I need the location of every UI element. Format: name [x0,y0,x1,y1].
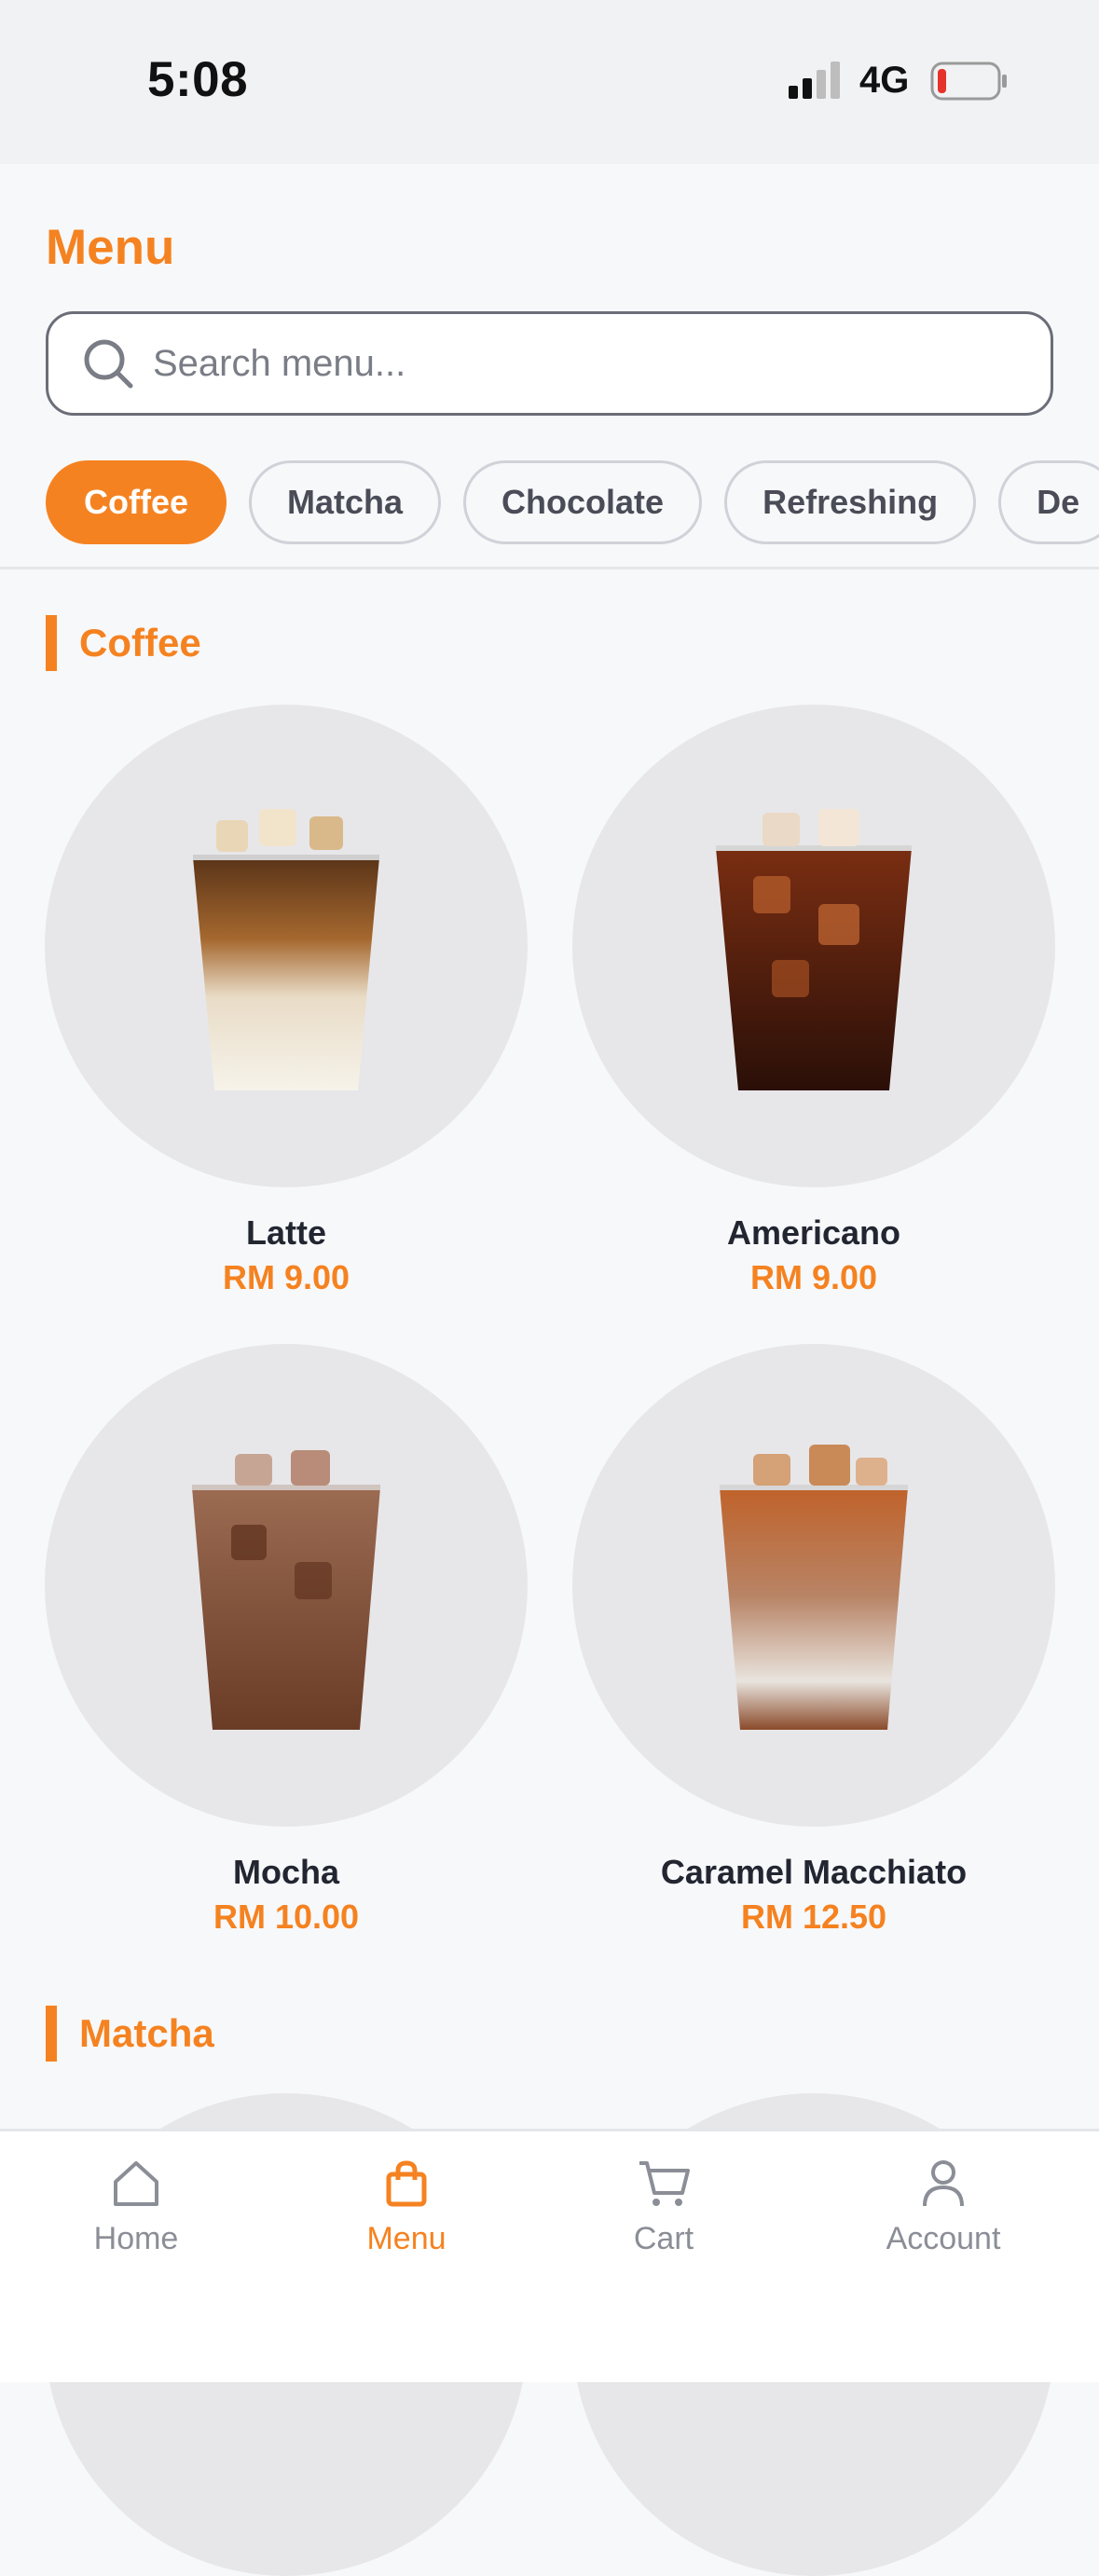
section-header-matcha: Matcha [46,2006,214,2062]
section-title: Coffee [79,621,201,665]
section-accent-bar [46,615,57,671]
product-card-americano[interactable]: Americano RM 9.00 [572,705,1055,1297]
shopping-bag-icon [386,2160,427,2207]
tab-label: Account [886,2221,1001,2256]
product-name: Americano [726,1213,901,1252]
bottom-tab-bar: Home Menu Cart Account [0,2129,1099,2382]
section-header-coffee: Coffee [46,615,201,671]
tab-menu[interactable]: Menu [295,2156,518,2257]
cart-icon [639,2161,690,2206]
user-icon [923,2160,964,2207]
search-bar[interactable] [46,311,1053,416]
product-price: RM 9.00 [222,1258,350,1296]
divider [0,567,1099,569]
iced-mocha-image [192,1450,380,1730]
chip-coffee[interactable]: Coffee [46,460,227,544]
chip-desserts[interactable]: De [998,460,1099,544]
page-title: Menu [46,220,175,275]
iced-caramel-macchiato-image [720,1445,908,1730]
tab-label: Menu [366,2221,446,2256]
chip-refreshing[interactable]: Refreshing [724,460,977,544]
product-image-circle [45,705,528,1187]
product-card-caramel-macchiato[interactable]: Caramel Macchiato RM 12.50 [572,1344,1055,1937]
category-chips: Coffee Matcha Chocolate Refreshing De [46,460,1099,546]
tab-cart[interactable]: Cart [552,2156,776,2257]
section-accent-bar [46,2006,57,2062]
tab-account[interactable]: Account [831,2156,1055,2257]
product-image-circle [572,1344,1055,1827]
product-card-mocha[interactable]: Mocha RM 10.00 [45,1344,528,1937]
network-type: 4G [859,60,910,101]
product-name: Mocha [232,1853,339,1891]
product-image-circle [572,705,1055,1187]
product-price: RM 10.00 [213,1898,360,1936]
iced-latte-image [193,809,379,1090]
chip-chocolate[interactable]: Chocolate [463,460,703,544]
product-price: RM 9.00 [749,1258,878,1296]
product-name: Latte [245,1213,326,1252]
search-input[interactable] [153,342,992,385]
status-bar: 5:08 4G [0,0,1099,164]
tab-home[interactable]: Home [24,2156,248,2257]
section-title: Matcha [79,2011,214,2055]
tab-label: Home [93,2221,179,2256]
chip-matcha[interactable]: Matcha [249,460,442,544]
battery-icon [930,62,1007,101]
product-card-latte[interactable]: Latte RM 9.00 [45,705,528,1297]
product-price: RM 12.50 [740,1898,887,1936]
signal-icon [789,62,840,99]
tab-label: Cart [633,2221,694,2256]
product-image-circle [45,1344,528,1827]
iced-americano-image [716,809,912,1090]
status-time: 5:08 [147,52,249,107]
home-icon [114,2161,158,2206]
product-name: Caramel Macchiato [660,1853,968,1891]
search-icon [84,339,133,389]
